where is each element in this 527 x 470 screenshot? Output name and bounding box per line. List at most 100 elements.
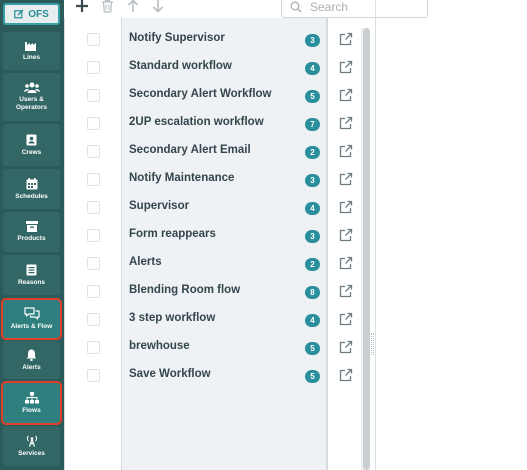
table-row[interactable]: Standard workflow 4 [65, 54, 361, 82]
delete-button[interactable] [99, 0, 115, 14]
table-row[interactable]: Form reappears 3 [65, 222, 361, 250]
row-checkbox[interactable] [87, 285, 100, 298]
search-icon [290, 1, 302, 13]
antenna-icon [26, 435, 37, 447]
flow-name[interactable]: Supervisor [129, 200, 189, 212]
step-count-badge: 3 [305, 230, 320, 243]
calendar-icon [26, 177, 37, 189]
sidebar-item-label: Products [17, 235, 46, 242]
step-count-badge: 5 [305, 342, 320, 355]
sidebar: OFS Lines Users & Operators Crews Schedu… [0, 0, 64, 470]
open-external-icon[interactable] [339, 284, 353, 298]
flow-name[interactable]: 2UP escalation workflow [129, 116, 264, 128]
sidebar-item-label: Schedules [15, 192, 48, 200]
chat-bubbles-icon [23, 307, 40, 320]
crew-book-icon [26, 134, 37, 145]
sidebar-item-label: Reasons [17, 278, 46, 286]
table-row[interactable]: Blending Room flow 8 [65, 278, 361, 306]
ofs-label: OFS [28, 8, 49, 20]
table-row[interactable]: Notify Supervisor 3 [65, 26, 361, 54]
panel-divider [375, 0, 376, 470]
scrollbar[interactable] [361, 28, 370, 470]
org-chart-icon [24, 391, 39, 403]
sidebar-item-services[interactable]: Services [3, 426, 60, 466]
open-external-icon[interactable] [339, 116, 353, 130]
table-row[interactable]: 3 step workflow 4 [65, 306, 361, 334]
search-input[interactable]: Search [281, 0, 428, 18]
open-external-icon[interactable] [339, 144, 353, 158]
table-row[interactable]: brewhouse 5 [65, 334, 361, 362]
table-row[interactable]: 2UP escalation workflow 7 [65, 110, 361, 138]
sidebar-item-label: Users & Operators [15, 96, 48, 111]
move-down-button[interactable] [150, 0, 166, 14]
add-button[interactable] [74, 0, 90, 14]
ofs-button[interactable]: OFS [3, 3, 60, 25]
step-count-badge: 5 [305, 90, 320, 103]
flow-name[interactable]: Blending Room flow [129, 284, 240, 296]
row-checkbox[interactable] [87, 229, 100, 242]
row-checkbox[interactable] [87, 61, 100, 74]
move-up-button[interactable] [125, 0, 141, 14]
sidebar-item-alerts-flow[interactable]: Alerts & Flow [1, 298, 62, 340]
row-checkbox[interactable] [87, 313, 100, 326]
sidebar-item-products[interactable]: Products [3, 212, 60, 252]
toolbar: Search [64, 0, 428, 18]
row-checkbox[interactable] [87, 341, 100, 354]
sidebar-item-label: Services [18, 449, 45, 457]
step-count-badge: 3 [305, 174, 320, 187]
row-checkbox[interactable] [87, 173, 100, 186]
open-external-icon[interactable] [339, 60, 353, 74]
row-checkbox[interactable] [87, 369, 100, 382]
step-count-badge: 3 [305, 34, 320, 47]
step-count-badge: 2 [305, 258, 320, 271]
flow-name[interactable]: Notify Maintenance [129, 172, 234, 184]
flow-name[interactable]: Notify Supervisor [129, 32, 225, 44]
edit-icon [14, 9, 24, 19]
arrow-up-icon [127, 0, 139, 12]
table-row[interactable]: Supervisor 4 [65, 194, 361, 222]
table-row[interactable]: Save Workflow 5 [65, 362, 361, 390]
table-row[interactable]: Secondary Alert Email 2 [65, 138, 361, 166]
open-external-icon[interactable] [339, 368, 353, 382]
open-external-icon[interactable] [339, 256, 353, 270]
open-external-icon[interactable] [339, 32, 353, 46]
open-external-icon[interactable] [339, 88, 353, 102]
open-external-icon[interactable] [339, 200, 353, 214]
resize-handle[interactable] [371, 333, 374, 355]
table-row[interactable]: Notify Maintenance 3 [65, 166, 361, 194]
row-checkbox[interactable] [87, 257, 100, 270]
sidebar-item-flows[interactable]: Flows [1, 381, 62, 425]
sidebar-item-crews[interactable]: Crews [3, 124, 60, 166]
flow-name[interactable]: Standard workflow [129, 60, 232, 72]
plus-icon [76, 0, 88, 12]
flow-name[interactable]: Save Workflow [129, 368, 211, 380]
open-external-icon[interactable] [339, 340, 353, 354]
row-checkbox[interactable] [87, 145, 100, 158]
flow-name[interactable]: brewhouse [129, 340, 190, 352]
sidebar-item-label: Alerts [22, 363, 41, 371]
flow-name[interactable]: 3 step workflow [129, 312, 215, 324]
row-checkbox[interactable] [87, 89, 100, 102]
row-checkbox[interactable] [87, 201, 100, 214]
sidebar-item-reasons[interactable]: Reasons [3, 255, 60, 295]
row-checkbox[interactable] [87, 33, 100, 46]
sidebar-item-lines[interactable]: Lines [3, 32, 60, 70]
flow-name[interactable]: Form reappears [129, 228, 216, 240]
step-count-badge: 5 [305, 370, 320, 383]
flow-name[interactable]: Secondary Alert Email [129, 144, 251, 156]
open-external-icon[interactable] [339, 172, 353, 186]
flows-table: Notify Supervisor 3 Standard workflow 4 Seco… [64, 18, 368, 470]
sidebar-item-users-operators[interactable]: Users & Operators [3, 73, 60, 121]
scrollbar-thumb[interactable] [363, 28, 370, 470]
open-external-icon[interactable] [339, 312, 353, 326]
row-checkbox[interactable] [87, 117, 100, 130]
step-count-badge: 7 [305, 118, 320, 131]
sidebar-item-schedules[interactable]: Schedules [3, 169, 60, 209]
flow-name[interactable]: Secondary Alert Workflow [129, 88, 272, 100]
sidebar-item-alerts[interactable]: Alerts [3, 341, 60, 379]
table-row[interactable]: Alerts 2 [65, 250, 361, 278]
table-row[interactable]: Secondary Alert Workflow 5 [65, 82, 361, 110]
flow-name[interactable]: Alerts [129, 256, 162, 268]
sidebar-item-label: Flows [22, 406, 41, 414]
open-external-icon[interactable] [339, 228, 353, 242]
